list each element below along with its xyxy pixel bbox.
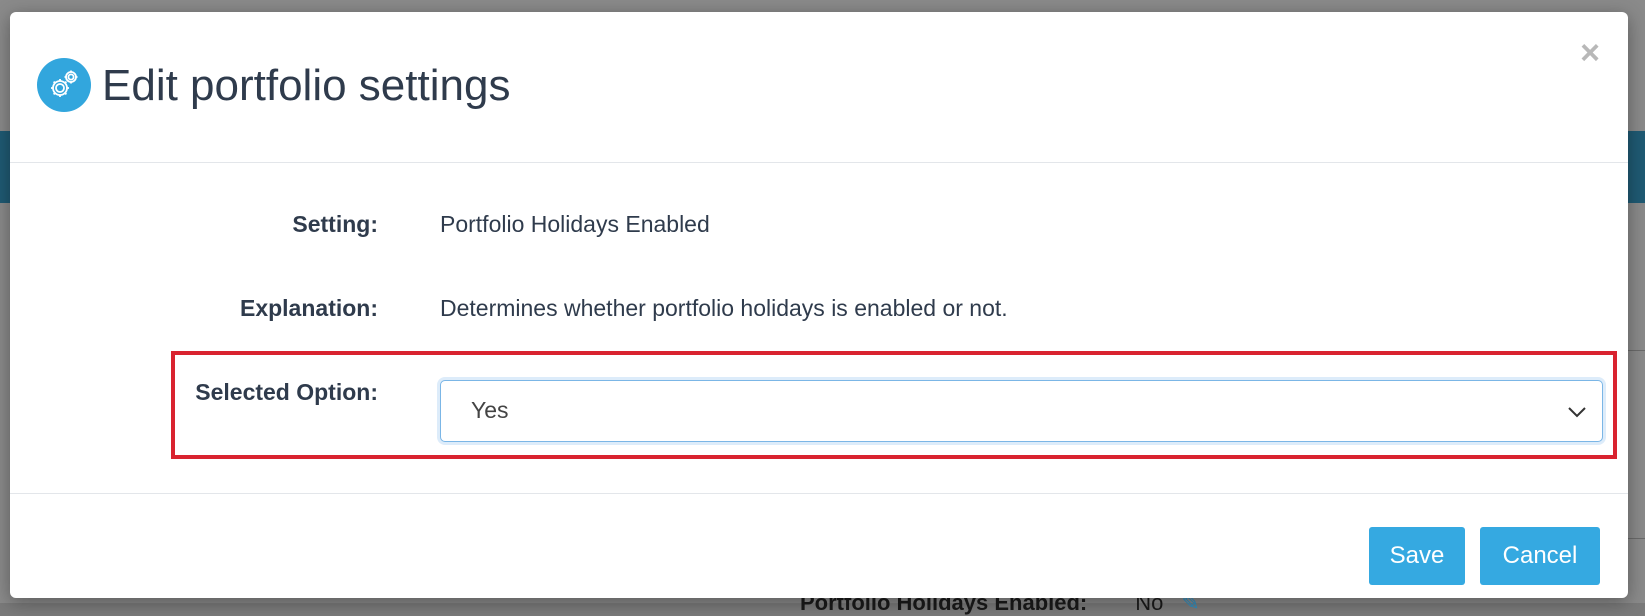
modal-body: Setting: Portfolio Holidays Enabled Expl…: [10, 163, 1628, 494]
gears-icon: [37, 58, 91, 112]
setting-value: Portfolio Holidays Enabled: [440, 211, 710, 237]
explanation-label: Explanation:: [239, 295, 378, 321]
modal-title: Edit portfolio settings: [102, 61, 511, 110]
modal-footer: Save Cancel: [10, 494, 1628, 598]
selected-option-label: Selected Option:: [195, 379, 378, 405]
selected-option-select[interactable]: Yes: [440, 380, 1603, 442]
cancel-button[interactable]: Cancel: [1480, 527, 1600, 585]
setting-label: Setting:: [292, 211, 378, 237]
selected-option-value: Yes: [471, 397, 509, 423]
chevron-down-icon: [1568, 407, 1586, 418]
modal-header: Edit portfolio settings ×: [10, 12, 1628, 163]
close-icon[interactable]: ×: [1580, 36, 1600, 70]
save-button[interactable]: Save: [1369, 527, 1465, 585]
edit-settings-modal: Edit portfolio settings × Setting: Portf…: [10, 12, 1628, 598]
explanation-value: Determines whether portfolio holidays is…: [440, 295, 1008, 321]
